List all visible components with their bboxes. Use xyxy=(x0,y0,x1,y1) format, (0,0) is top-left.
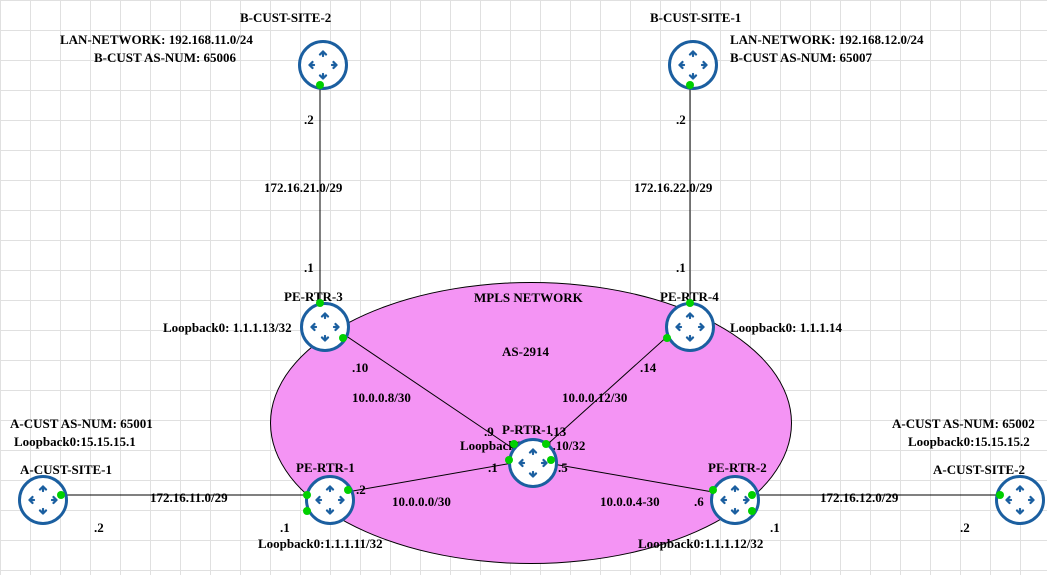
link-p-pe1-ip-p: .1 xyxy=(488,460,498,476)
pe-rtr-2-loopback: Loopback0:1.1.1.12/32 xyxy=(638,536,763,552)
link-p-pe4-ip-p: .13 xyxy=(550,424,566,440)
cloud-title: MPLS NETWORK xyxy=(474,290,583,306)
pe-rtr-2-name: PE-RTR-2 xyxy=(708,460,767,476)
link-pe1-a1-ip-cust: .2 xyxy=(94,520,104,536)
a1-loopback: Loopback0:15.15.15.1 xyxy=(14,434,136,450)
router-a-cust-site-2[interactable] xyxy=(995,475,1045,525)
link-p-pe2-ip-pe: .6 xyxy=(694,494,704,510)
pe-rtr-1-loopback: Loopback0:1.1.1.11/32 xyxy=(258,536,383,552)
a2-asnum: A-CUST AS-NUM: 65002 xyxy=(892,416,1035,432)
a1-asnum: A-CUST AS-NUM: 65001 xyxy=(10,416,153,432)
router-pe-rtr-1[interactable] xyxy=(305,475,355,525)
link-p-pe4-subnet: 10.0.0.12/30 xyxy=(562,390,627,406)
pe-rtr-3-name: PE-RTR-3 xyxy=(284,289,343,305)
link-pe4-b1-subnet: 172.16.22.0/29 xyxy=(634,180,712,196)
link-pe4-b1-ip-pe: .1 xyxy=(676,260,686,276)
link-p-pe1-subnet: 10.0.0.0/30 xyxy=(392,494,451,510)
link-p-pe3-ip-pe: .10 xyxy=(352,360,368,376)
link-lines xyxy=(0,0,1047,575)
cloud-as: AS-2914 xyxy=(502,344,549,360)
b1-name: B-CUST-SITE-1 xyxy=(650,10,741,26)
link-pe3-b2-ip-cust: .2 xyxy=(304,112,314,128)
link-p-pe3-ip-p: .9 xyxy=(484,424,494,440)
router-pe-rtr-3[interactable] xyxy=(300,302,350,352)
p-rtr-1-name: P-RTR-1 xyxy=(502,422,552,438)
a2-loopback: Loopback0:15.15.15.2 xyxy=(908,434,1030,450)
router-pe-rtr-2[interactable] xyxy=(710,475,760,525)
link-pe2-a2-ip-pe: .1 xyxy=(770,520,780,536)
link-pe1-a1-subnet: 172.16.11.0/29 xyxy=(150,490,228,506)
link-pe2-a2-ip-cust: .2 xyxy=(960,520,970,536)
b1-asnum: B-CUST AS-NUM: 65007 xyxy=(730,50,872,66)
router-pe-rtr-4[interactable] xyxy=(665,302,715,352)
link-p-pe2-subnet: 10.0.0.4-30 xyxy=(600,494,660,510)
link-pe3-b2-ip-pe: .1 xyxy=(304,260,314,276)
link-p-pe1-ip-pe: .2 xyxy=(356,482,366,498)
b1-lan: LAN-NETWORK: 192.168.12.0/24 xyxy=(730,32,924,48)
b2-asnum: B-CUST AS-NUM: 65006 xyxy=(94,50,236,66)
link-p-pe3-subnet: 10.0.0.8/30 xyxy=(352,390,411,406)
pe-rtr-4-loopback: Loopback0: 1.1.1.14 xyxy=(730,320,842,336)
link-p-pe2-ip-p: .5 xyxy=(558,460,568,476)
pe-rtr-3-loopback: Loopback0: 1.1.1.13/32 xyxy=(163,320,292,336)
pe-rtr-1-name: PE-RTR-1 xyxy=(296,460,355,476)
link-pe2-a2-subnet: 172.16.12.0/29 xyxy=(820,490,898,506)
link-pe1-a1-ip-pe: .1 xyxy=(280,520,290,536)
router-a-cust-site-1[interactable] xyxy=(18,475,68,525)
link-p-pe4-ip-pe: .14 xyxy=(640,360,656,376)
b2-name: B-CUST-SITE-2 xyxy=(240,10,331,26)
link-pe4-b1-ip-cust: .2 xyxy=(676,112,686,128)
link-pe3-b2-subnet: 172.16.21.0/29 xyxy=(264,180,342,196)
b2-lan: LAN-NETWORK: 192.168.11.0/24 xyxy=(60,32,253,48)
